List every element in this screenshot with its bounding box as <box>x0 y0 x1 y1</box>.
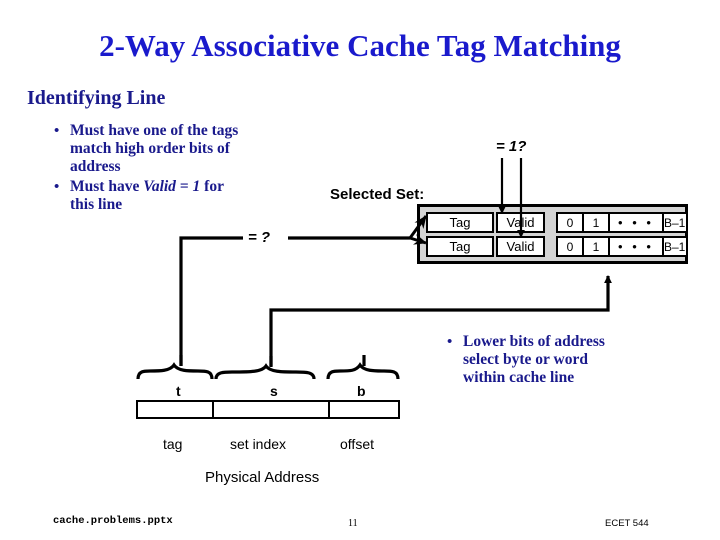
field-name-tag-label: tag <box>163 436 183 452</box>
data-byte-cell: 1 <box>584 214 610 231</box>
field-width-b-label: b <box>357 383 366 399</box>
physical-address-label: Physical Address <box>205 469 320 486</box>
bullet-line: this line <box>70 196 123 213</box>
field-name-set-index-label: set index <box>230 436 287 452</box>
data-byte-cell: 0 <box>558 214 584 231</box>
equals-question-label: = ? <box>248 229 271 246</box>
bullet-line: select byte or word <box>463 351 588 368</box>
bullet-line: Must have Valid = 1 for <box>70 178 312 196</box>
footer-course-code: ECET 544 <box>605 518 649 529</box>
data-ellipsis-cell: • • • <box>610 238 664 255</box>
address-segment-offset <box>330 402 398 417</box>
bullet-text-pre: Must have <box>70 178 144 195</box>
data-last-byte-cell: B–1 <box>664 239 686 254</box>
physical-address-bar <box>136 400 400 419</box>
bullet-list-right: • Lower bits of address select byte or w… <box>445 333 685 389</box>
bullet-line: Must have one of the tags <box>70 122 239 139</box>
valid-cell: Valid <box>496 212 545 233</box>
connector-overlay <box>136 158 612 380</box>
bullet-line: address <box>70 158 121 175</box>
bullet-dot-icon: • <box>54 123 60 139</box>
cache-line-row: Tag Valid <box>426 212 545 233</box>
bullet-dot-icon: • <box>447 334 453 350</box>
page-title: 2-Way Associative Cache Tag Matching <box>99 28 621 63</box>
bullet-dot-icon: • <box>54 179 60 195</box>
data-byte-cell: 0 <box>558 238 584 255</box>
address-segment-set-index <box>214 402 330 417</box>
data-ellipsis-cell: • • • <box>610 214 664 231</box>
list-item: • Must have Valid = 1 for this line <box>52 178 312 214</box>
field-width-t-label: t <box>176 383 181 399</box>
selected-set-panel: Tag Valid 0 1 • • • B–1 Tag Valid 0 1 • … <box>417 204 688 264</box>
bullet-text-post: for <box>200 178 224 195</box>
cache-data-block: 0 1 • • • B–1 <box>556 236 688 257</box>
cache-data-block: 0 1 • • • B–1 <box>556 212 688 233</box>
tag-cell: Tag <box>426 236 494 257</box>
bullet-line: Lower bits of address <box>463 333 605 350</box>
list-item: • Lower bits of address select byte or w… <box>445 333 685 387</box>
brace-s <box>214 356 316 380</box>
bullet-list-left: • Must have one of the tags match high o… <box>52 122 312 216</box>
section-heading: Identifying Line <box>27 87 166 109</box>
bullet-line: match high order bits of <box>70 140 230 157</box>
bullet-line: within cache line <box>463 369 575 386</box>
field-name-offset-label: offset <box>340 436 374 452</box>
list-item: • Must have one of the tags match high o… <box>52 122 312 176</box>
footer-filename: cache.problems.pptx <box>53 515 173 527</box>
slide-canvas: 2-Way Associative Cache Tag Matching Ide… <box>0 0 720 540</box>
brace-t <box>136 355 214 380</box>
field-width-s-label: s <box>270 383 278 399</box>
footer-page-number: 11 <box>348 518 358 529</box>
tag-compare-connector <box>179 215 428 366</box>
valid-cell: Valid <box>496 236 545 257</box>
data-last-byte-cell: B–1 <box>664 215 686 230</box>
data-byte-cell: 1 <box>584 238 610 255</box>
tag-cell: Tag <box>426 212 494 233</box>
address-segment-tag <box>138 402 214 417</box>
brace-b <box>326 355 400 380</box>
cache-line-row: Tag Valid <box>426 236 545 257</box>
equals-one-label: = 1? <box>496 138 527 155</box>
bullet-text-emphasis: Valid = 1 <box>143 178 201 195</box>
selected-set-label: Selected Set: <box>330 186 425 203</box>
